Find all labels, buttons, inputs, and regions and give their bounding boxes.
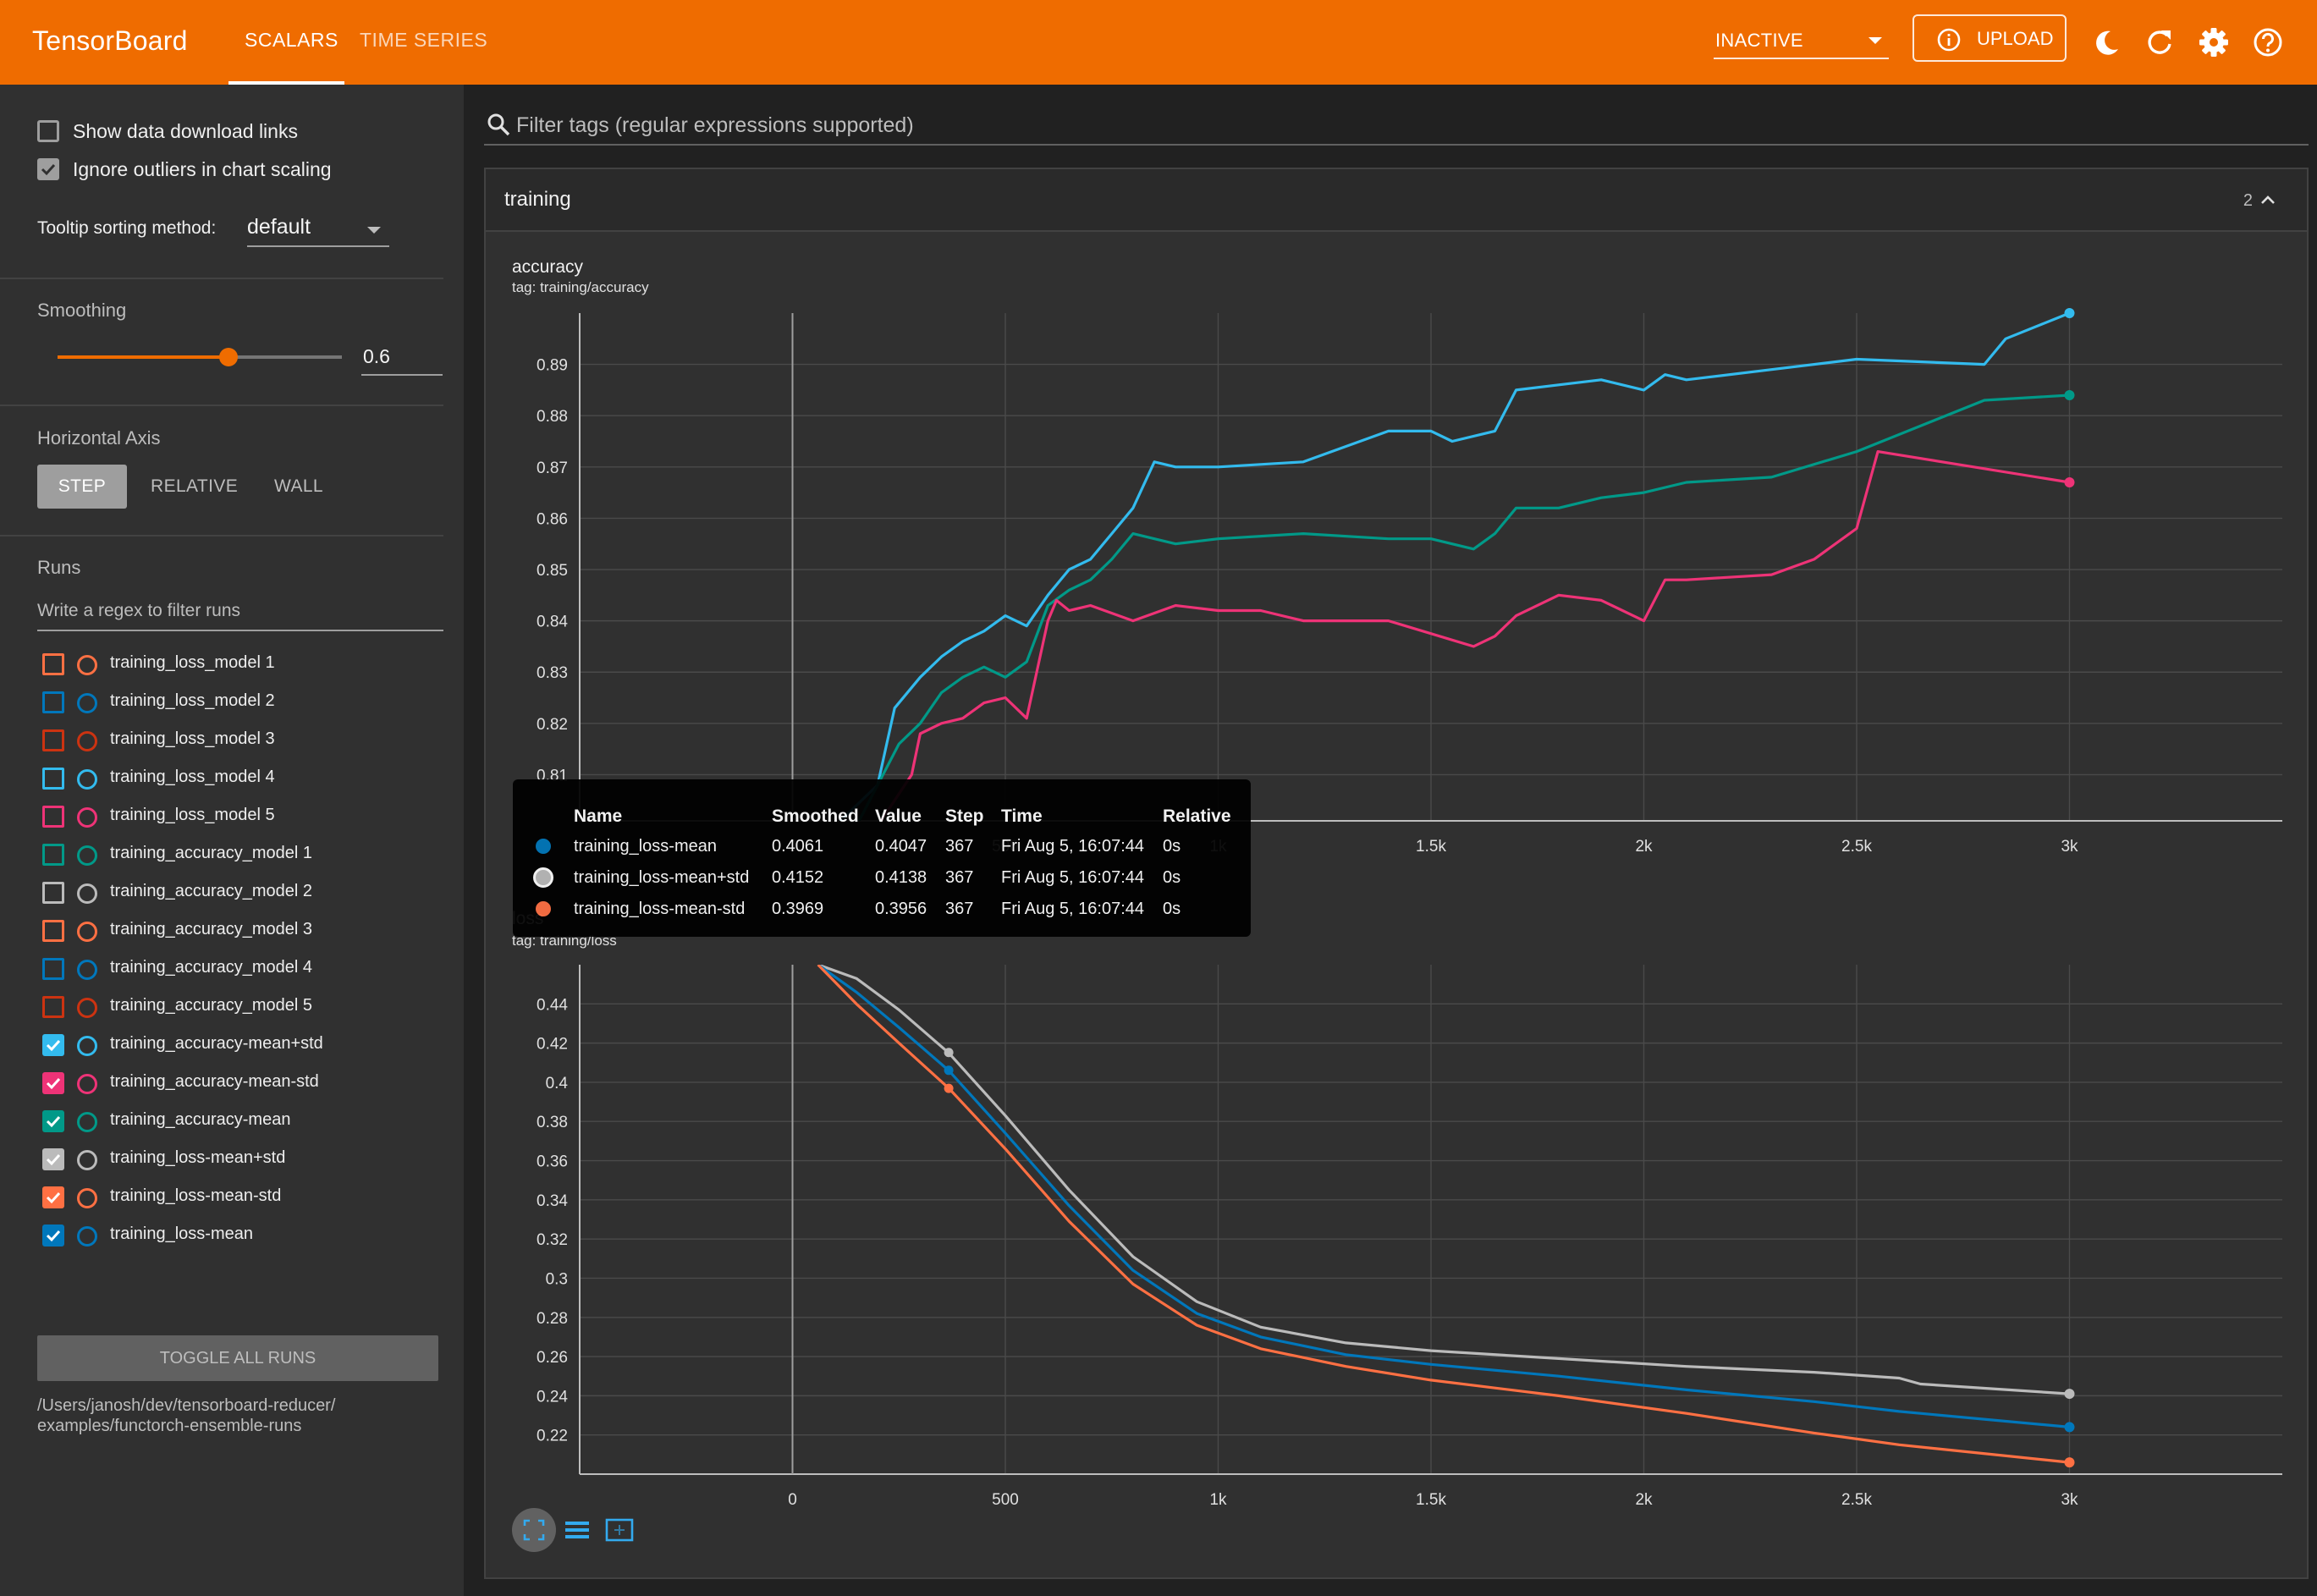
- series-line-training_accuracy-mean-std: [879, 449, 2070, 821]
- series-end-point: [2064, 389, 2075, 400]
- y-tick-label: 0.88: [537, 408, 568, 426]
- y-tick-label: 0.38: [537, 1114, 568, 1131]
- series-end-point: [2064, 1389, 2075, 1400]
- tooltip-cell-smoothed: 0.4152: [772, 868, 824, 887]
- tooltip-cell-smoothed: 0.4061: [772, 837, 824, 856]
- tooltip-run-color-dot: [533, 836, 553, 856]
- x-tick-label: 1k: [1209, 1491, 1227, 1509]
- tooltip-cell-step: 367: [945, 837, 974, 856]
- tooltip-cell-step: 367: [945, 900, 974, 918]
- x-tick-label: 2k: [1635, 1491, 1653, 1509]
- y-tick-label: 0.86: [537, 510, 568, 528]
- series-end-point: [2064, 1422, 2075, 1433]
- tooltip-cell-step: 367: [945, 868, 974, 887]
- tooltip-header-value: Value: [875, 806, 922, 826]
- tooltip-cell-time: Fri Aug 5, 16:07:44: [1001, 900, 1145, 918]
- chart-loss: 0.22 0.24 0.26 0.28 0.3 0.32 0.34 0.36 0.38 0.4 0.…: [537, 965, 2282, 1509]
- tooltip-header-smoothed: Smoothed: [772, 806, 859, 826]
- tooltip-cell-value: 0.4138: [875, 868, 927, 887]
- tooltip-cell-time: Fri Aug 5, 16:07:44: [1001, 837, 1145, 856]
- y-tick-label: 0.83: [537, 664, 568, 682]
- hover-point: [944, 1083, 954, 1093]
- x-tick-label: 1.5k: [1416, 1491, 1446, 1509]
- series-end-point: [2064, 477, 2075, 487]
- tooltip-cell-time: Fri Aug 5, 16:07:44: [1001, 868, 1145, 887]
- tooltip-cell-name: training_loss-mean-std: [574, 900, 746, 918]
- y-tick-label: 0.85: [537, 562, 568, 580]
- tooltip-cell-smoothed: 0.3969: [772, 900, 824, 918]
- y-tick-label: 0.22: [537, 1428, 568, 1445]
- tooltip-cell-name: training_loss-mean+std: [574, 868, 750, 887]
- tooltip-header-time: Time: [1001, 806, 1043, 826]
- tooltip-header-relative: Relative: [1163, 806, 1231, 826]
- hover-point: [944, 1065, 954, 1076]
- chart-tooltip: Name Smoothed Value Step Time Relative t…: [513, 779, 1251, 937]
- x-tick-label: 1.5k: [1416, 838, 1446, 856]
- y-tick-label: 0.82: [537, 716, 568, 734]
- tooltip-cell-value: 0.3956: [875, 900, 927, 918]
- x-tick-label: 3k: [2061, 838, 2078, 856]
- tooltip-run-color-dot: [533, 899, 553, 919]
- hover-point: [944, 1048, 954, 1058]
- chart-accuracy: 0.810.820.830.840.850.860.870.880.890500…: [537, 308, 2282, 856]
- series-end-point: [2064, 308, 2075, 318]
- series-end-point: [2064, 1457, 2075, 1468]
- y-tick-label: 0.36: [537, 1153, 568, 1171]
- x-tick-label: 2.5k: [1841, 1491, 1872, 1509]
- y-tick-label: 0.28: [537, 1310, 568, 1328]
- y-tick-label: 0.84: [537, 614, 568, 631]
- zoom-select-icon[interactable]: [604, 1508, 635, 1552]
- tooltip-cell-value: 0.4047: [875, 837, 927, 856]
- x-tick-label: 0: [788, 1491, 797, 1509]
- y-tick-label: 0.42: [537, 1036, 568, 1054]
- tooltip-cell-name: training_loss-mean: [574, 837, 717, 856]
- tooltip-header-step: Step: [945, 806, 984, 826]
- y-tick-label: 0.26: [537, 1349, 568, 1367]
- list-icon[interactable]: [562, 1508, 592, 1552]
- y-tick-label: 0.4: [546, 1075, 569, 1092]
- x-tick-label: 2.5k: [1841, 838, 1872, 856]
- y-tick-label: 0.32: [537, 1231, 568, 1249]
- y-tick-label: 0.34: [537, 1192, 568, 1210]
- x-tick-label: 2k: [1635, 838, 1653, 856]
- y-tick-label: 0.24: [537, 1388, 568, 1406]
- tooltip-cell-relative: 0s: [1163, 837, 1181, 856]
- y-tick-label: 0.89: [537, 357, 568, 375]
- y-tick-label: 0.3: [546, 1270, 568, 1288]
- y-tick-label: 0.87: [537, 460, 568, 477]
- tooltip-header-name: Name: [574, 806, 623, 826]
- tooltip-run-color-dot: [533, 867, 553, 888]
- x-tick-label: 3k: [2061, 1491, 2078, 1509]
- fit-to-data-icon[interactable]: [512, 1508, 556, 1552]
- tooltip-cell-relative: 0s: [1163, 900, 1181, 918]
- x-tick-label: 500: [992, 1491, 1019, 1509]
- y-tick-label: 0.44: [537, 996, 568, 1014]
- tooltip-cell-relative: 0s: [1163, 868, 1181, 887]
